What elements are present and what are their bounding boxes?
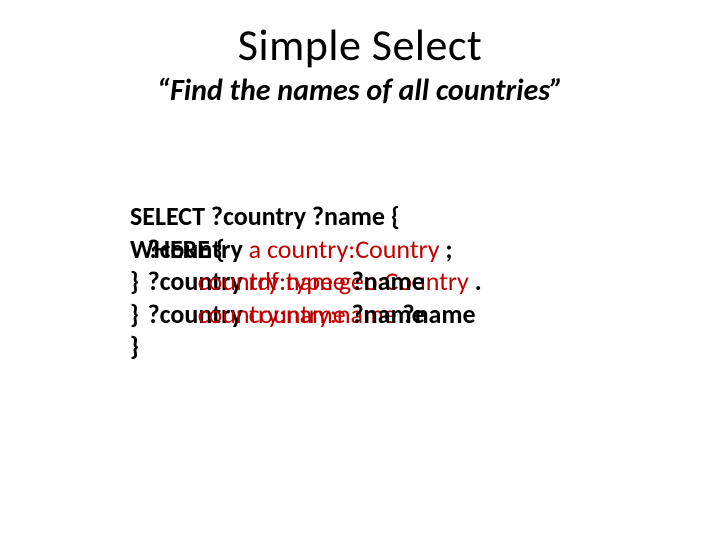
ov4-pred: country:name xyxy=(198,298,346,330)
slide-subtitle: “Find the names of all countries” xyxy=(0,72,720,109)
ov4-obj: ?name xyxy=(346,298,425,330)
ov4-brace: } xyxy=(130,298,198,330)
ov2-subj: ?country xyxy=(130,233,249,265)
ov2-a: a xyxy=(249,233,261,265)
code-block-overlay: ?country a country:Country ; } country:n… xyxy=(130,200,630,363)
slide: Simple Select “Find the names of all cou… xyxy=(0,0,720,540)
slide-title: Simple Select xyxy=(0,18,720,72)
ov2-obj: country:Country xyxy=(267,233,440,265)
ov3-obj: ?name xyxy=(346,265,425,297)
ov5-brace: } xyxy=(130,330,139,362)
ov2-semi: ; xyxy=(440,233,453,265)
ov3-brace: } xyxy=(130,265,198,297)
ov3-pred: country:name xyxy=(198,265,346,297)
